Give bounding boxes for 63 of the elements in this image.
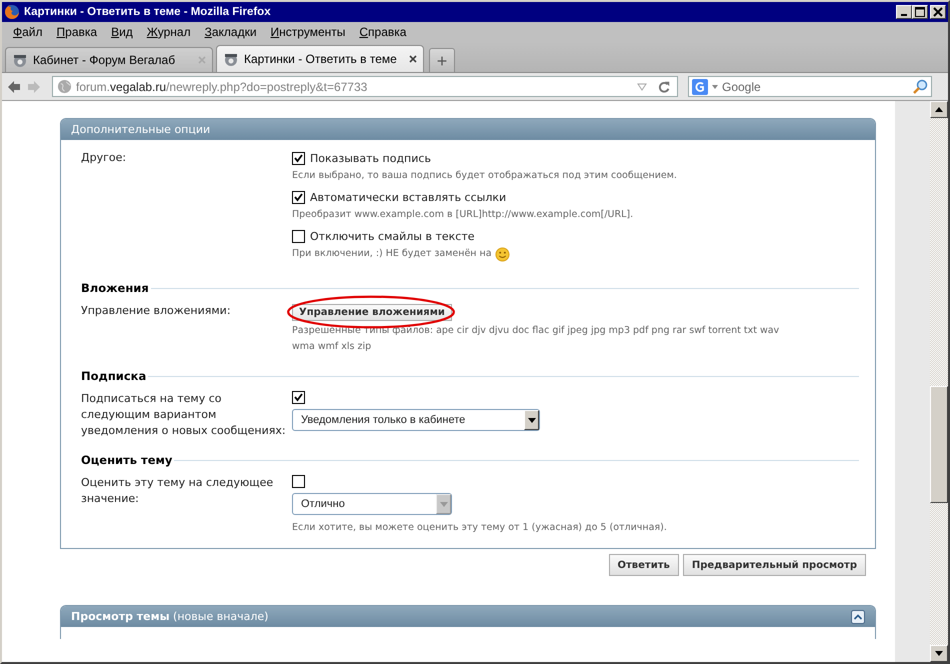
- hint-text: Если хотите, вы можете оценить эту тему от 1 (ужасная) до 5 (отличная).: [292, 521, 667, 535]
- back-arrow-icon[interactable]: [6, 78, 22, 94]
- caret-icon: [528, 418, 536, 422]
- hint-text: Разрешённые типы файлов: ape cir djv djvu doc flac gif jpeg jpg mp3 pdf png rar swf torrent txt wav wma wmf xls zip: [292, 324, 780, 354]
- search-icon[interactable]: [912, 78, 928, 94]
- hint-text: При включении, :) НЕ будет заменён на: [292, 247, 492, 261]
- submit-button[interactable]: Ответить: [608, 554, 679, 576]
- maximize-icon: [915, 7, 925, 17]
- checkbox[interactable]: [292, 190, 305, 204]
- checkbox[interactable]: [292, 152, 305, 164]
- browser-tab[interactable]: Кабинет - Форум Вегалаб: [5, 47, 213, 72]
- checkbox-label[interactable]: Отключить смайлы в тексте: [310, 230, 475, 242]
- search-engine-icon[interactable]: [692, 78, 708, 94]
- scrollbar-thumb[interactable]: [930, 386, 948, 503]
- browser-tab[interactable]: Картинки - Ответить в теме: [216, 45, 424, 72]
- minimize-icon: [901, 14, 907, 16]
- close-icon: [933, 7, 943, 17]
- new-tab-button[interactable]: +: [429, 48, 455, 72]
- field-label: Другое:: [81, 150, 128, 166]
- browser-logo-icon: [4, 4, 20, 20]
- reload-icon[interactable]: [657, 80, 671, 94]
- field-label: Оценить эту тему на следующее значение:: [81, 475, 274, 507]
- favicon-icon: [223, 51, 239, 67]
- minimize-button[interactable]: [896, 5, 912, 19]
- scrollbar[interactable]: [930, 101, 948, 662]
- menu-item[interactable]: Инструменты: [264, 25, 352, 39]
- address-field[interactable]: forum.vegalab.ru/newreply.php?do=postreply&t=67733: [52, 76, 678, 97]
- checkbox-label[interactable]: Автоматически вставлять ссылки: [310, 190, 506, 204]
- tab-close-icon[interactable]: [409, 55, 417, 63]
- checkbox[interactable]: [292, 475, 305, 488]
- panel-title: Просмотр темы (новые вначале): [71, 610, 268, 623]
- globe-icon: [57, 79, 72, 94]
- menu-item[interactable]: Правка: [50, 25, 104, 39]
- section-heading: Вложения: [81, 281, 150, 295]
- checkbox[interactable]: [292, 230, 305, 242]
- section-heading: Подписка: [81, 369, 148, 383]
- favicon-icon: [12, 52, 28, 68]
- menu-item[interactable]: Вид: [104, 25, 140, 39]
- scroll-down-icon[interactable]: [935, 651, 943, 656]
- field-label: Управление вложениями:: [81, 303, 232, 319]
- section-heading: Оценить тему: [81, 453, 174, 467]
- hint-text: Преобразит www.example.com в [URL]http://www.example.com[/URL].: [292, 208, 634, 222]
- caret-icon[interactable]: [712, 84, 718, 88]
- search-box[interactable]: Google: [688, 76, 932, 97]
- manage-attachments-button[interactable]: Управление вложениями: [292, 304, 452, 321]
- menu-item[interactable]: Закладки: [198, 25, 264, 39]
- scroll-up-icon[interactable]: [935, 107, 943, 112]
- submit-button[interactable]: Предварительный просмотр: [682, 554, 866, 576]
- maximize-button[interactable]: [912, 5, 928, 19]
- caret-icon: [440, 502, 448, 506]
- collapse-icon[interactable]: [851, 610, 865, 624]
- panel-title: Дополнительные опции: [71, 123, 210, 136]
- rating-select[interactable]: Отлично: [292, 493, 452, 515]
- close-button[interactable]: [930, 5, 946, 19]
- window-title: Картинки - Ответить в теме - Mozilla Firefox: [24, 6, 272, 18]
- field-label: Подписаться на тему со следующим вариантом уведомления о новых сообщениях:: [81, 391, 287, 439]
- checkbox[interactable]: [292, 391, 305, 404]
- menu-item[interactable]: Справка: [352, 25, 414, 39]
- menu-item[interactable]: Файл: [6, 25, 50, 39]
- notification-select[interactable]: Уведомления только в кабинете: [292, 409, 540, 431]
- checkbox-label[interactable]: Показывать подпись: [310, 152, 431, 164]
- menu-item[interactable]: Журнал: [140, 25, 198, 39]
- hint-text: Если выбрано, то ваша подпись будет отображаться под этим сообщением.: [292, 169, 677, 183]
